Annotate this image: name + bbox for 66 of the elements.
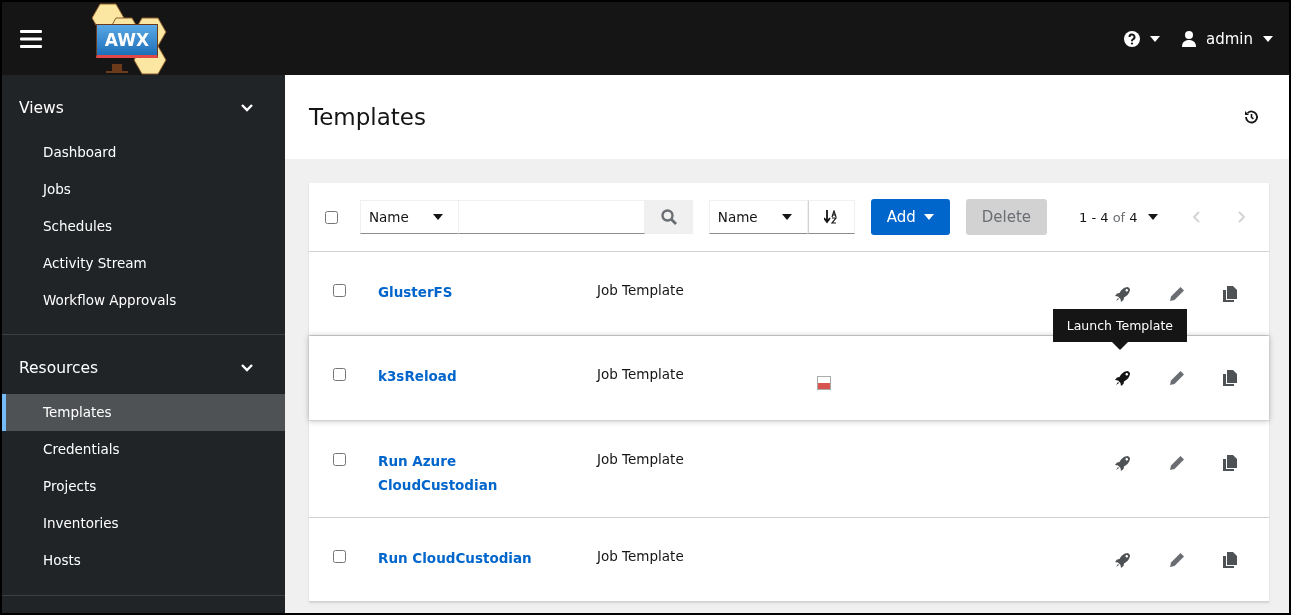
add-button[interactable]: Add xyxy=(870,199,950,235)
caret-icon xyxy=(1150,35,1160,42)
tooltip: Launch Template xyxy=(1052,309,1187,350)
template-name-link[interactable]: GlusterFS xyxy=(357,280,453,304)
nav-item[interactable]: Projects xyxy=(2,468,285,505)
caret-icon xyxy=(781,214,792,220)
rocket-icon[interactable] xyxy=(1115,286,1131,302)
search-field[interactable] xyxy=(458,200,645,234)
caret-icon xyxy=(432,214,443,220)
template-type: Job Template xyxy=(597,450,685,469)
nav-item[interactable]: Activity Stream xyxy=(2,245,285,282)
template-row[interactable]: Run Azure CloudCustodian Job Template xyxy=(309,421,1269,518)
nav-group-title[interactable]: Views xyxy=(19,99,64,117)
chevron-icon[interactable] xyxy=(241,364,253,372)
help-icon[interactable] xyxy=(1124,30,1140,47)
tooltip-pointer-icon xyxy=(1111,342,1128,350)
sort-key-dropdown[interactable]: Name xyxy=(708,200,808,234)
select-all-checkbox[interactable] xyxy=(325,210,338,224)
user-icon xyxy=(1182,30,1196,47)
pencil-icon[interactable] xyxy=(1169,286,1185,302)
pencil-icon[interactable] xyxy=(1169,455,1185,471)
nav-item[interactable]: Inventories xyxy=(2,505,285,542)
copy-icon[interactable] xyxy=(1223,552,1237,568)
row-checkbox[interactable] xyxy=(333,368,346,381)
user-name[interactable]: admin xyxy=(1206,29,1253,48)
caret-icon xyxy=(923,214,934,220)
history-icon[interactable] xyxy=(1243,109,1259,125)
job-status-bar[interactable] xyxy=(817,376,831,390)
nav-item[interactable]: Jobs xyxy=(2,171,285,208)
row-checkbox[interactable] xyxy=(333,284,346,297)
pagination-dropdown[interactable]: 1 - 4 of 4 xyxy=(1079,209,1158,225)
row-checkbox[interactable] xyxy=(333,453,346,466)
nav-item[interactable]: Dashboard xyxy=(2,134,285,171)
template-name-link[interactable]: k3sReload xyxy=(357,364,457,388)
pencil-icon[interactable] xyxy=(1169,370,1185,386)
search-key-dropdown[interactable]: Name xyxy=(360,200,459,234)
caret-icon xyxy=(1147,214,1158,220)
template-type: Job Template xyxy=(597,281,685,300)
template-type: Job Template xyxy=(597,365,685,384)
nav-item[interactable]: Hosts xyxy=(2,542,285,579)
pencil-icon[interactable] xyxy=(1169,552,1185,568)
page-title: Templates xyxy=(309,104,426,130)
search-icon xyxy=(660,209,677,225)
template-type: Job Template xyxy=(597,547,685,566)
rocket-icon[interactable] xyxy=(1115,552,1131,568)
copy-icon[interactable] xyxy=(1223,286,1237,302)
chevron-icon[interactable] xyxy=(241,104,253,112)
nav-group-title[interactable]: Resources xyxy=(19,359,99,377)
sort-icon xyxy=(824,210,839,224)
nav-item[interactable]: Schedules xyxy=(2,208,285,245)
menu-icon[interactable] xyxy=(20,29,42,48)
template-row[interactable]: Run CloudCustodian Job Template xyxy=(309,518,1269,602)
search-button[interactable] xyxy=(644,200,693,234)
nav-item[interactable]: Credentials xyxy=(2,431,285,468)
nav-item[interactable]: Workflow Approvals xyxy=(2,282,285,319)
template-name-link[interactable]: Run Azure CloudCustodian xyxy=(357,449,553,497)
caret-icon xyxy=(1263,35,1273,42)
sort-button[interactable] xyxy=(807,200,855,234)
template-name-link[interactable]: Run CloudCustodian xyxy=(357,546,532,570)
nav-item[interactable]: Templates xyxy=(2,394,285,431)
copy-icon[interactable] xyxy=(1223,370,1237,386)
row-checkbox[interactable] xyxy=(333,550,346,563)
logo-text: AWX xyxy=(96,24,158,58)
copy-icon[interactable] xyxy=(1223,455,1237,471)
rocket-icon[interactable] xyxy=(1115,370,1131,386)
rocket-icon[interactable] xyxy=(1115,455,1131,471)
